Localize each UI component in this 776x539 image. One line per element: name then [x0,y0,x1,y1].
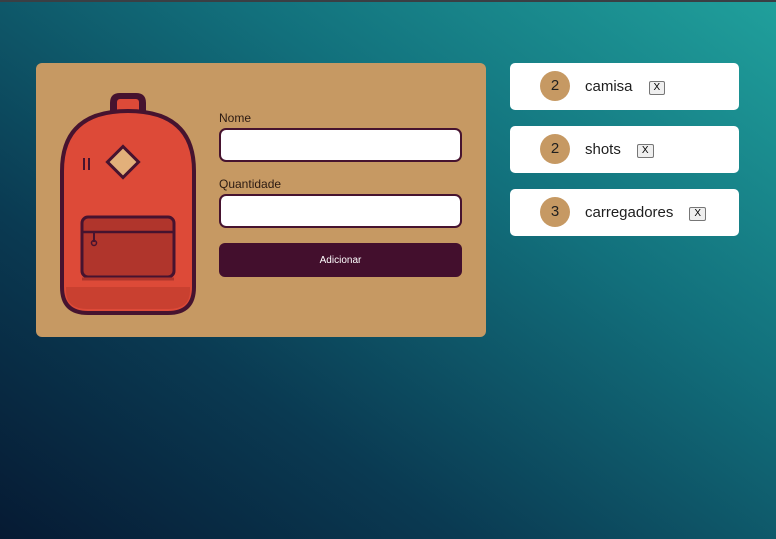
window-top-border [0,0,776,2]
item-name-wrap: carregadores X [585,189,707,236]
quantity-label: Quantidade [219,177,282,191]
item-name: shots [585,141,621,158]
quantity-badge: 2 [540,134,570,164]
remove-button[interactable]: X [648,81,666,95]
item-name-wrap: camisa X [585,63,666,110]
list-item: 2 camisa X [510,63,739,110]
list-item: 2 shots X [510,126,739,173]
remove-button[interactable]: X [689,207,707,221]
name-label: Nome [219,111,252,125]
add-item-card: Nome Quantidade Adicionar [36,63,486,337]
add-button[interactable]: Adicionar [219,243,462,277]
item-name-wrap: shots X [585,126,654,173]
quantity-badge: 2 [540,71,570,101]
name-input[interactable] [219,128,462,162]
add-item-form: Nome Quantidade Adicionar [219,111,462,277]
quantity-badge: 3 [540,197,570,227]
item-list: 2 camisa X 2 shots X 3 carregadores X [510,63,739,252]
backpack-icon [60,93,196,315]
item-name: carregadores [585,204,674,221]
remove-button[interactable]: X [636,144,654,158]
item-name: camisa [585,78,633,95]
list-item: 3 carregadores X [510,189,739,236]
quantity-input[interactable] [219,194,462,228]
